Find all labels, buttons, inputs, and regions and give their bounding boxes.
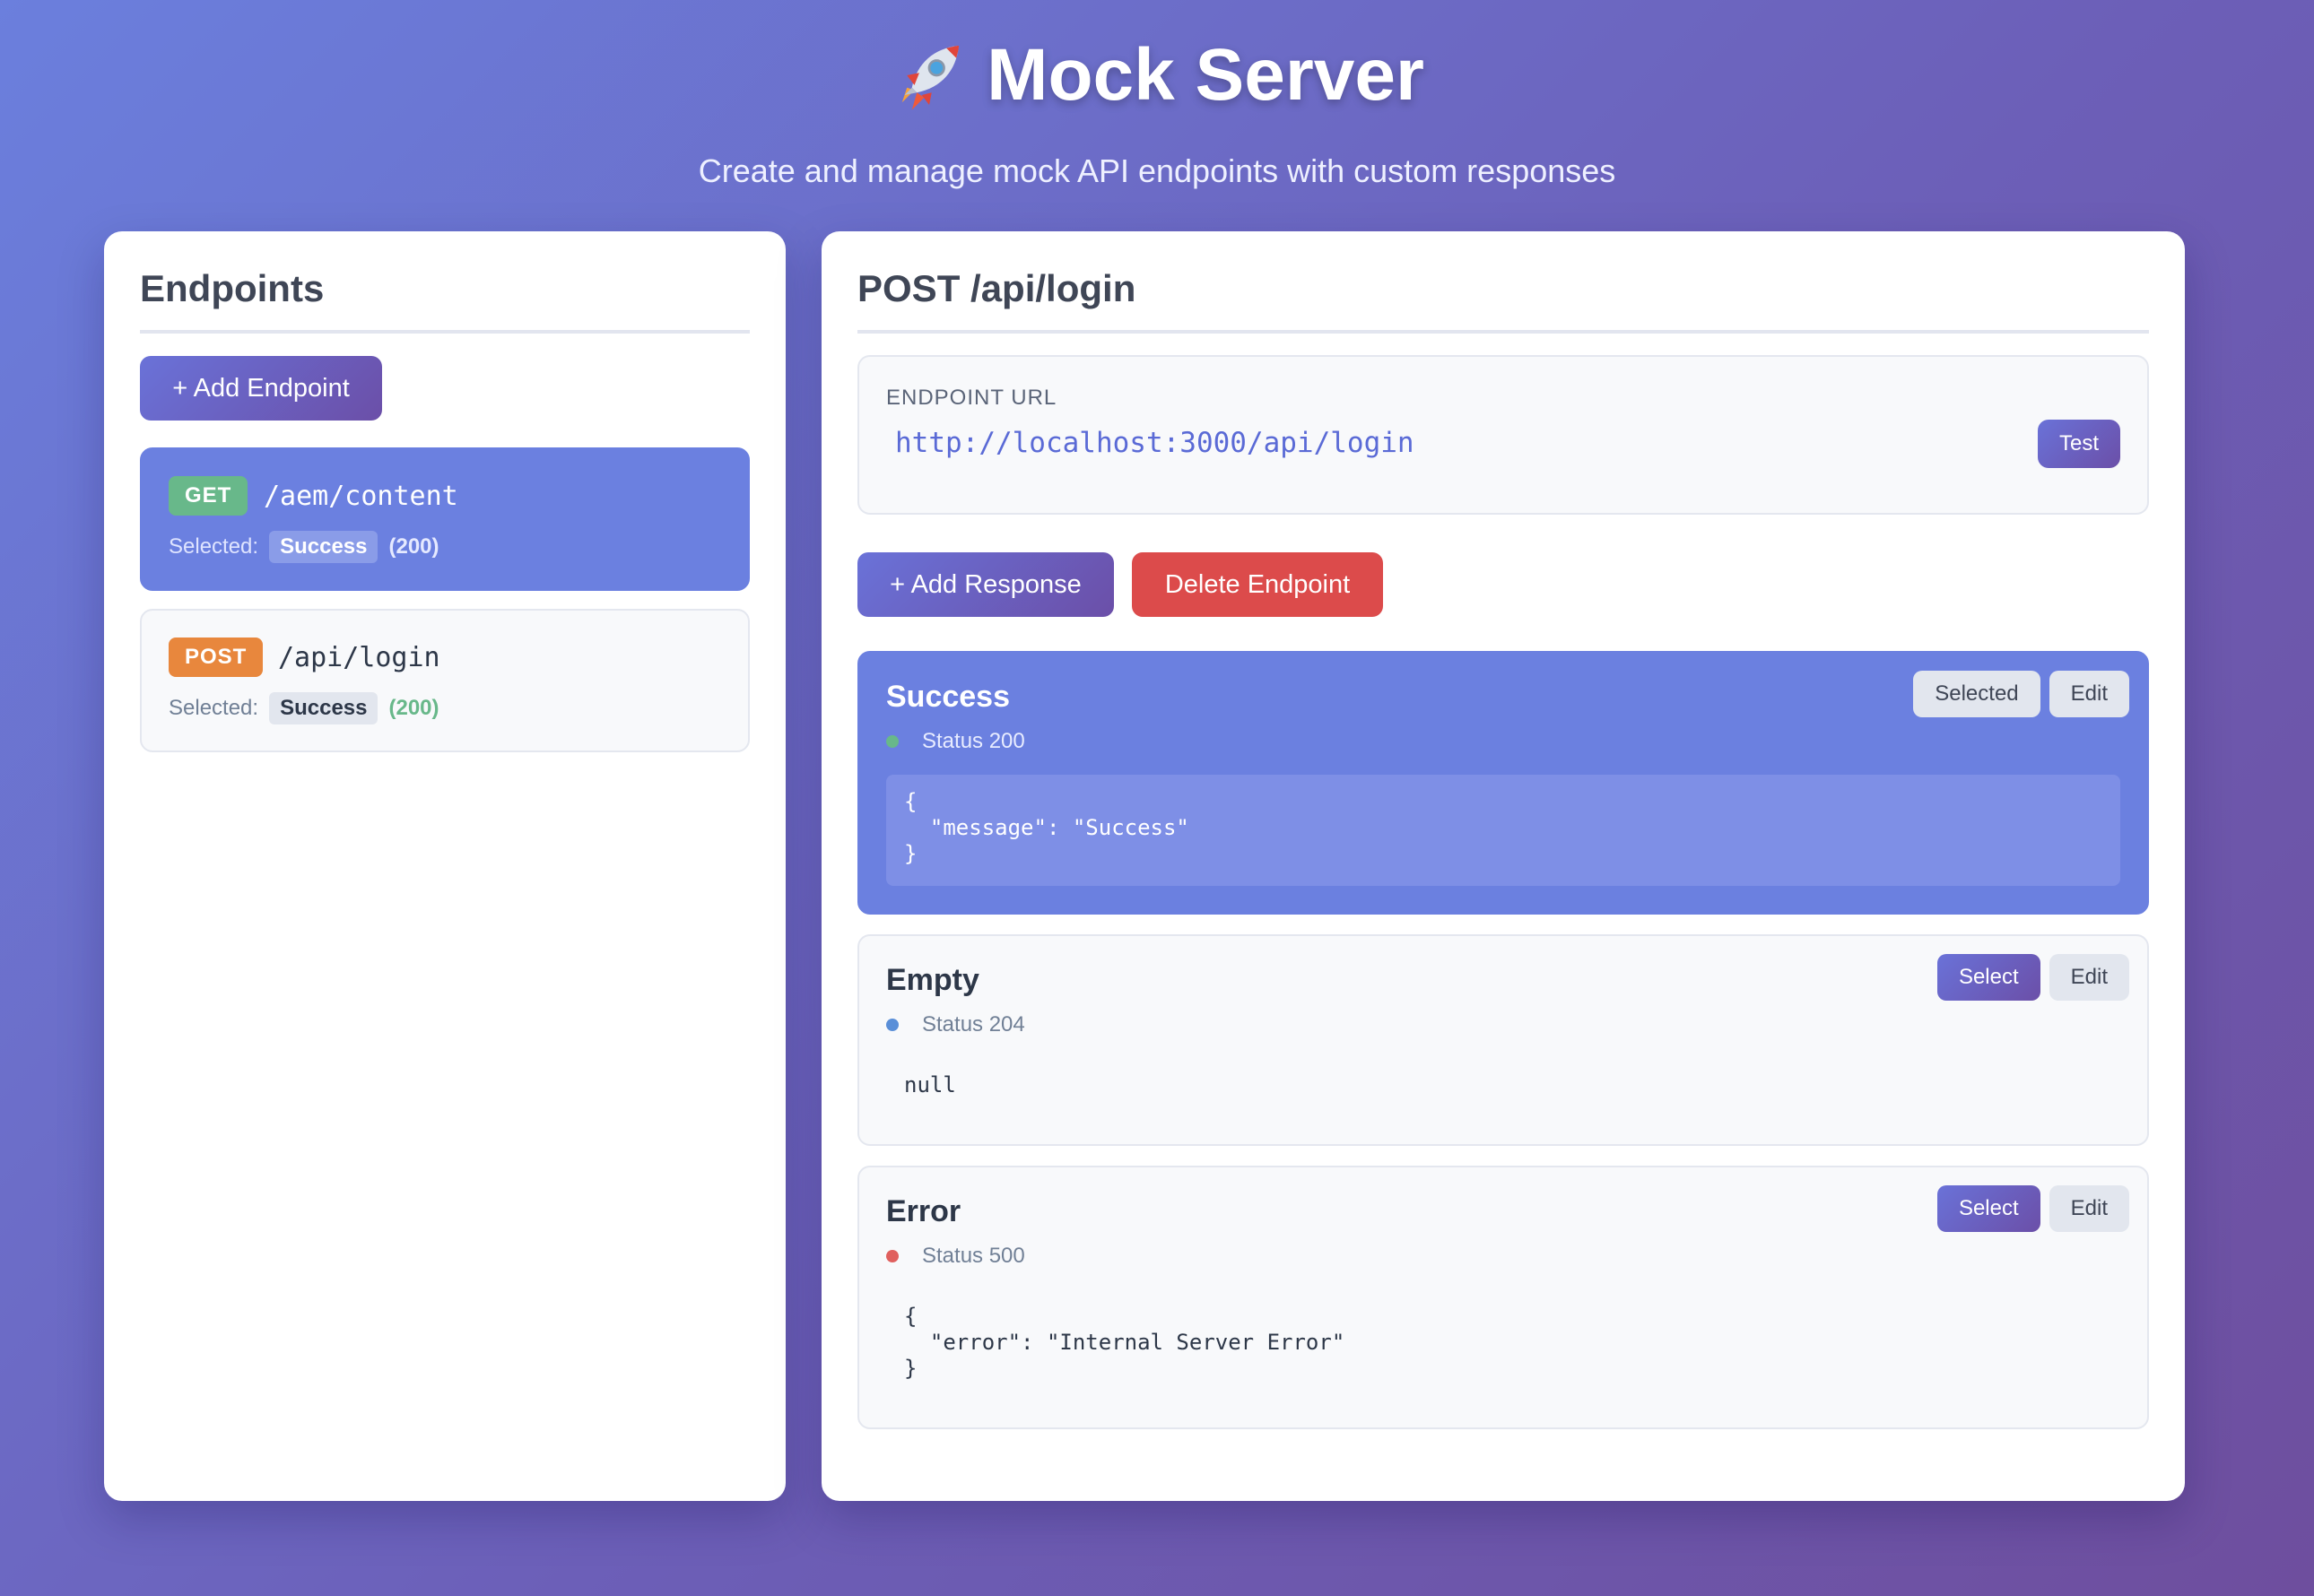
endpoints-title: Endpoints [140, 267, 750, 334]
response-status-text: Status 204 [922, 1012, 1025, 1037]
response-status-text: Status 200 [922, 729, 1025, 753]
edit-button[interactable]: Edit [2049, 954, 2129, 1001]
add-response-button[interactable]: + Add Response [857, 552, 1114, 617]
edit-button[interactable]: Edit [2049, 1185, 2129, 1232]
response-status-text: Status 500 [922, 1244, 1025, 1268]
selected-status-code: (200) [388, 696, 439, 720]
rocket-icon [901, 46, 960, 110]
selected-label: Selected: [169, 696, 259, 720]
status-dot-icon [886, 1019, 899, 1031]
delete-endpoint-button[interactable]: Delete Endpoint [1132, 552, 1383, 617]
response-card-empty[interactable]: Empty Status 204 Select Edit null [857, 934, 2149, 1146]
endpoint-url[interactable]: http://localhost:3000/api/login [895, 427, 1414, 459]
response-status: Status 204 [886, 1011, 1025, 1038]
response-actions: Selected Edit [1913, 671, 2129, 717]
response-status: Status 500 [886, 1243, 1025, 1270]
endpoint-url-box: ENDPOINT URL http://localhost:3000/api/l… [857, 355, 2149, 515]
response-name: Success [886, 680, 1010, 714]
selected-response-name: Success [269, 692, 378, 724]
response-body: null [904, 1072, 956, 1097]
response-name: Error [886, 1194, 961, 1228]
endpoint-url-label: ENDPOINT URL [886, 386, 1057, 410]
response-name: Empty [886, 963, 979, 997]
response-actions: Select Edit [1936, 954, 2129, 1001]
selected-response: Selected: Success (200) [169, 530, 439, 564]
app-title-text: Mock Server [987, 34, 1424, 116]
endpoint-item-post-api-login[interactable]: POST /api/login Selected: Success (200) [140, 609, 750, 752]
response-card-error[interactable]: Error Status 500 Select Edit { "error": … [857, 1166, 2149, 1429]
endpoint-detail-title: POST /api/login [857, 267, 2149, 334]
endpoints-panel: Endpoints + Add Endpoint GET /aem/conten… [104, 231, 786, 1501]
endpoint-path: /api/login [278, 641, 440, 673]
select-button[interactable]: Select [1936, 1185, 2040, 1232]
status-dot-icon [886, 735, 899, 748]
selected-response: Selected: Success (200) [169, 691, 439, 725]
add-endpoint-button[interactable]: + Add Endpoint [140, 356, 382, 421]
response-status: Status 200 [886, 728, 1025, 755]
endpoint-item-get-aem-content[interactable]: GET /aem/content Selected: Success (200) [140, 447, 750, 591]
selected-label: Selected: [169, 534, 259, 559]
response-body: { "error": "Internal Server Error" } [904, 1304, 1345, 1381]
edit-button[interactable]: Edit [2049, 671, 2129, 717]
response-actions: Select Edit [1936, 1185, 2129, 1232]
selected-button[interactable]: Selected [1913, 671, 2040, 717]
app-title: Mock Server [0, 34, 2314, 117]
response-body: { "message": "Success" } [886, 775, 2120, 886]
endpoint-detail-panel: POST /api/login ENDPOINT URL http://loca… [822, 231, 2185, 1501]
status-dot-icon [886, 1250, 899, 1262]
selected-response-name: Success [269, 531, 378, 563]
select-button[interactable]: Select [1936, 954, 2040, 1001]
endpoint-path: /aem/content [264, 480, 458, 512]
test-button[interactable]: Test [2038, 420, 2120, 468]
page-header: Mock Server Create and manage mock API e… [0, 0, 2314, 190]
method-badge: POST [169, 638, 264, 677]
method-badge: GET [169, 476, 248, 516]
selected-status-code: (200) [388, 534, 439, 559]
app-subtitle: Create and manage mock API endpoints wit… [698, 152, 1616, 189]
response-card-success[interactable]: Success Status 200 Selected Edit { "mess… [857, 651, 2149, 915]
